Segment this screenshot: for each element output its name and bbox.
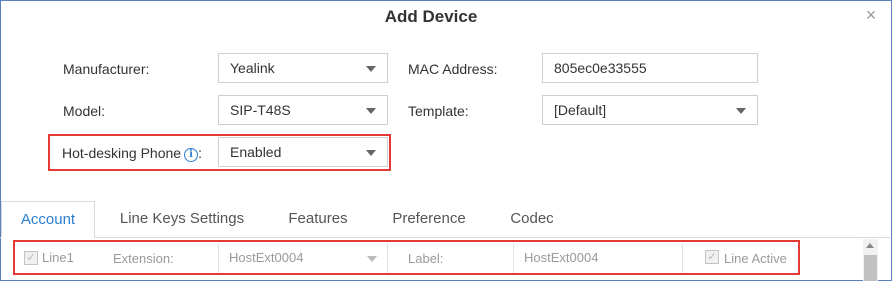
- mac-address-label: MAC Address:: [408, 61, 498, 77]
- tab-preference[interactable]: Preference: [384, 201, 474, 237]
- manufacturer-value: Yealink: [230, 60, 275, 76]
- mac-address-input[interactable]: 805ec0e33555: [542, 53, 758, 83]
- scrollbar-thumb[interactable]: [864, 255, 877, 281]
- template-select[interactable]: [Default]: [542, 95, 758, 125]
- mac-address-value: 805ec0e33555: [554, 60, 647, 76]
- tab-line-keys-settings[interactable]: Line Keys Settings: [112, 201, 252, 237]
- tab-account[interactable]: Account: [1, 201, 95, 238]
- tab-features[interactable]: Features: [279, 201, 357, 237]
- tab-bar: Account Line Keys Settings Features Pref…: [0, 201, 890, 238]
- manufacturer-label: Manufacturer:: [63, 61, 150, 77]
- chevron-down-icon: [366, 66, 376, 72]
- dialog-title: Add Device: [384, 7, 478, 26]
- tab-codec[interactable]: Codec: [502, 201, 562, 237]
- chevron-down-icon: [736, 108, 746, 114]
- close-icon[interactable]: ×: [862, 6, 880, 24]
- chevron-down-icon: [366, 108, 376, 114]
- template-value: [Default]: [554, 102, 607, 118]
- model-label: Model:: [63, 103, 106, 119]
- model-select[interactable]: SIP-T48S: [218, 95, 388, 125]
- model-value: SIP-T48S: [230, 102, 291, 118]
- scroll-up-icon[interactable]: [866, 243, 874, 248]
- template-label: Template:: [408, 103, 469, 119]
- line-row-highlight: [13, 240, 800, 275]
- manufacturer-select[interactable]: Yealink: [218, 53, 388, 83]
- hot-desking-highlight: [48, 134, 391, 171]
